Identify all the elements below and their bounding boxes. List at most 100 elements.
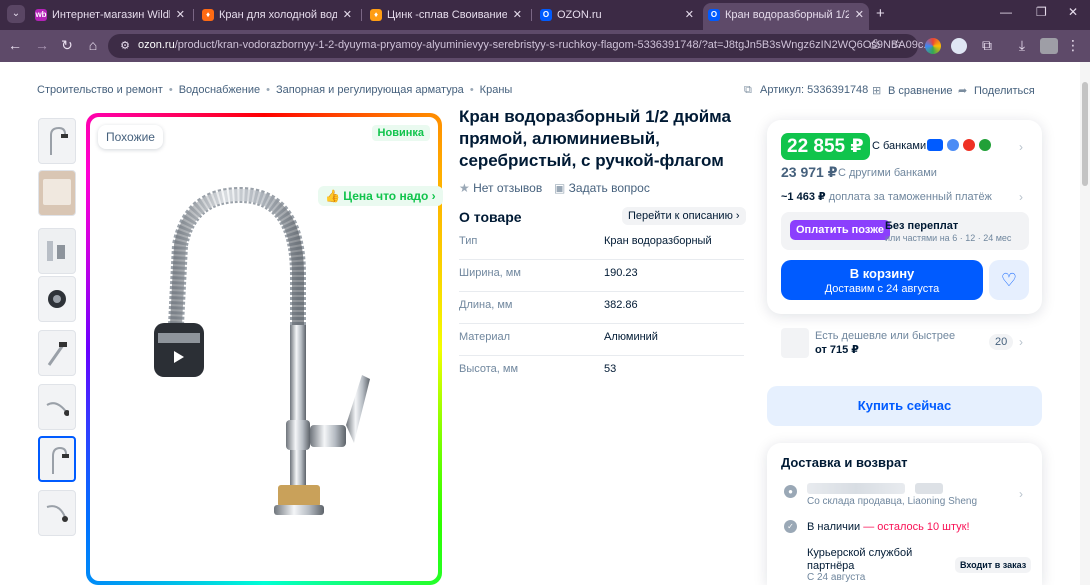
spec-value: 190.23 — [604, 267, 638, 279]
minimize-icon[interactable]: — — [1000, 5, 1012, 19]
thumbnail-3[interactable] — [38, 228, 76, 274]
ask-question-text: Задать вопрос — [568, 181, 650, 195]
pay-later-subtitle: или частями на 6 · 12 · 24 мес — [885, 233, 1012, 243]
chevron-right-icon[interactable]: › — [1019, 190, 1023, 204]
close-tab-icon[interactable]: ✕ — [176, 3, 185, 27]
close-tab-icon[interactable]: ✕ — [343, 3, 352, 27]
extensions-puzzle-icon[interactable]: ⧉ — [978, 37, 996, 54]
go-to-description-button[interactable]: Перейти к описанию › — [622, 207, 746, 225]
add-to-cart-button[interactable]: В корзину Доставим с 24 августа — [781, 260, 983, 300]
compare-link[interactable]: ⊞ В сравнение — [872, 84, 953, 97]
new-tab-icon[interactable]: + — [876, 5, 885, 22]
page-scrollbar[interactable] — [1080, 62, 1090, 585]
restore-icon[interactable]: ❐ — [1036, 5, 1047, 19]
tab-wildberries[interactable]: wb Интернет-магазин Wildberries ✕ — [30, 3, 190, 27]
reload-icon[interactable]: ↻ — [58, 37, 76, 54]
site-info-icon[interactable]: ⚙ — [118, 39, 132, 53]
tab-aliexpress-1[interactable]: ♦ Кран для холодной воды (из-за ✕ — [197, 3, 357, 27]
bank-icon — [947, 139, 959, 151]
spec-value: 53 — [604, 363, 617, 375]
breadcrumb-item[interactable]: Краны — [480, 84, 513, 96]
share-text: Поделиться — [974, 85, 1035, 97]
address-bar[interactable]: ⚙ ozon.ru/product/kran-vodorazbornyy-1-2… — [108, 34, 933, 58]
thumbnail-6[interactable] — [38, 384, 76, 430]
pay-later-block[interactable]: Оплатить позже Без переплат или частями … — [781, 212, 1029, 250]
faucet-thumbnail-image — [46, 402, 69, 416]
aerator-thumbnail-image — [48, 290, 66, 308]
browser-toolbar: ← → ↻ ⌂ ⚙ ozon.ru/product/kran-vodorazbo… — [0, 30, 1090, 62]
cheaper-offers-title: Есть дешевле или быстрее — [815, 330, 956, 342]
url-text: ozon.ru/product/kran-vodorazbornyy-1-2-d… — [138, 39, 958, 51]
tab-title: Кран водоразборный 1/2 дюйм — [725, 9, 849, 21]
spec-row: Высота, мм 53 — [459, 356, 744, 388]
cheaper-offers[interactable]: Есть дешевле или быстрее от 715 ₽ 20 › — [767, 322, 1042, 364]
breadcrumb-item[interactable]: Строительство и ремонт — [37, 84, 163, 96]
buy-now-button[interactable]: Купить сейчас — [767, 386, 1042, 426]
install-app-icon[interactable]: ⎙ — [870, 37, 880, 52]
spec-key: Тип — [459, 235, 478, 247]
ozon-bank-icon — [927, 139, 943, 151]
breadcrumb-separator: • — [266, 84, 270, 96]
url-path: /product/kran-vodorazbornyy-1-2-dyuyma-p… — [174, 39, 933, 51]
close-tab-icon[interactable]: ✕ — [855, 3, 864, 27]
courier-delivery: Курьерской службой партнёра — [807, 547, 913, 572]
product-gallery[interactable]: Похожие Новинка 👍 Цена что надо › — [86, 113, 443, 585]
thumbnail-7-selected[interactable] — [38, 436, 76, 482]
forward-icon[interactable]: → — [33, 37, 51, 53]
tab-ozon[interactable]: O OZON.ru ✕ — [535, 3, 699, 27]
wildberries-favicon-icon: wb — [35, 9, 47, 21]
home-icon[interactable]: ⌂ — [84, 37, 102, 53]
article-number[interactable]: ⧉ Артикул: 5336391748 — [744, 84, 868, 97]
thumbnail-4[interactable] — [38, 276, 76, 322]
share-link[interactable]: ➦ Поделиться — [958, 84, 1035, 97]
go-to-description-label: Перейти к описанию — [628, 210, 733, 222]
product-title: Кран водоразборный 1/2 дюйма прямой, алю… — [459, 107, 731, 170]
thumbnail-1[interactable] — [38, 118, 76, 164]
ozon-favicon-icon: O — [540, 9, 552, 21]
similar-button[interactable]: Похожие — [98, 125, 163, 149]
thumbnail-2[interactable] — [38, 170, 76, 216]
close-window-icon[interactable]: ✕ — [1068, 5, 1078, 19]
warehouse-origin: Со склада продавца, Liaoning Sheng — [807, 496, 977, 507]
ask-question-link[interactable]: ▣ Задать вопрос — [554, 181, 650, 195]
tab-aliexpress-2[interactable]: ♦ Цинк -сплав Своивание изверг ✕ — [365, 3, 527, 27]
breadcrumb-item[interactable]: Запорная и регулирующая арматура — [276, 84, 464, 96]
spec-value: 382.86 — [604, 299, 638, 311]
close-tab-icon[interactable]: ✕ — [513, 3, 522, 27]
address-hidden — [807, 483, 905, 494]
spec-key: Высота, мм — [459, 363, 519, 375]
ozon-favicon-icon: O — [708, 9, 720, 21]
location-pin-icon: ● — [784, 485, 797, 498]
star-icon: ★ — [459, 181, 474, 195]
back-icon[interactable]: ← — [6, 37, 24, 53]
breadcrumb-item[interactable]: Водоснабжение — [179, 84, 260, 96]
pay-later-button[interactable]: Оплатить позже — [790, 220, 890, 240]
pay-later-title: Без переплат — [885, 220, 959, 232]
faucet-thumbnail-image — [47, 342, 67, 366]
gallery-inner: Похожие Новинка 👍 Цена что надо › — [90, 117, 443, 581]
included-in-order-badge: Входит в заказ — [955, 557, 1032, 573]
extension-icon[interactable] — [925, 38, 941, 54]
reviews-link[interactable]: ★ Нет отзывов — [459, 181, 542, 195]
spec-row: Тип Кран водоразборный — [459, 228, 744, 260]
price-other-banks: 23 971 ₽ — [781, 164, 838, 180]
tab-product-active[interactable]: O Кран водоразборный 1/2 дюйм ✕ — [703, 3, 869, 30]
chevron-right-icon[interactable]: › — [1019, 487, 1023, 501]
thumbnail-8[interactable] — [38, 490, 76, 536]
scrollbar-thumb[interactable] — [1082, 82, 1088, 186]
tab-separator — [193, 9, 194, 21]
check-circle-icon: ✓ — [784, 520, 797, 533]
chevron-right-icon[interactable]: › — [1019, 140, 1023, 154]
faucet-thumbnail-image — [50, 126, 68, 155]
tab-title: OZON.ru — [557, 9, 602, 21]
close-tab-icon[interactable]: ✕ — [685, 3, 694, 27]
tab-search-icon[interactable]: ⌄ — [7, 5, 25, 23]
buy-box: 22 855 ₽ С банками › 23 971 ₽ С другими … — [767, 120, 1042, 314]
avatar[interactable] — [1040, 38, 1058, 54]
download-icon[interactable]: ⤓ — [1013, 37, 1031, 54]
bookmark-star-icon[interactable]: ☆ — [892, 37, 903, 51]
favorite-heart-icon[interactable]: ♡ — [989, 260, 1029, 300]
profile-extension-icon[interactable] — [951, 38, 967, 54]
menu-kebab-icon[interactable]: ⋮ — [1064, 37, 1082, 54]
thumbnail-5[interactable] — [38, 330, 76, 376]
